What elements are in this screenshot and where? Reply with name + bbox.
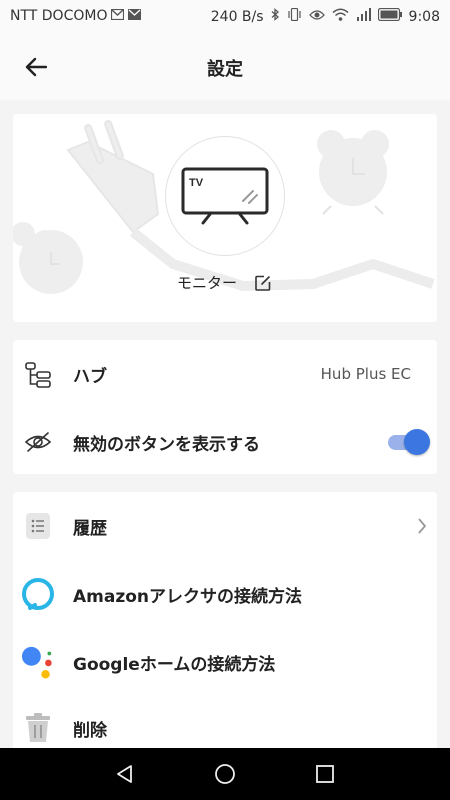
show-disabled-buttons-toggle[interactable] — [388, 429, 430, 455]
alexa-icon — [21, 577, 55, 611]
device-name: モニター — [176, 274, 237, 292]
edit-icon — [255, 275, 271, 291]
home-nav-icon[interactable] — [213, 762, 237, 786]
general-settings-card: ハブ Hub Plus EC 無効のボタンを表示する — [13, 340, 437, 474]
page-title: 設定 — [207, 59, 243, 80]
menu-card: 履歴 Amazonアレクサの接続方法 Googleホームの接続方法 削除 — [13, 492, 437, 748]
hub-icon — [21, 357, 55, 391]
hub-value: Hub Plus EC — [320, 365, 411, 383]
alexa-label: Amazonアレクサの接続方法 — [73, 587, 303, 607]
recents-nav-icon[interactable] — [313, 762, 337, 786]
back-nav-icon[interactable] — [113, 762, 137, 786]
device-card: TV モニター — [13, 114, 437, 322]
edit-name-button[interactable] — [253, 273, 273, 293]
tv-icon-label: TV — [189, 177, 204, 189]
show-disabled-buttons-label: 無効のボタンを表示する — [73, 435, 260, 455]
history-label: 履歴 — [73, 519, 107, 539]
hub-label: ハブ — [73, 367, 107, 387]
device-icon-circle[interactable]: TV — [165, 136, 285, 256]
status-bar: NTT DOCOMO 240 B/s 9:08 — [0, 0, 450, 33]
history-row[interactable]: 履歴 — [13, 492, 437, 558]
delete-label: 削除 — [73, 721, 107, 741]
system-navigation-bar — [0, 748, 450, 800]
clock: 9:08 — [408, 8, 440, 25]
google-home-row[interactable]: Googleホームの接続方法 — [13, 628, 437, 694]
trash-icon — [21, 711, 55, 745]
list-icon — [21, 509, 55, 543]
toggle-knob — [404, 429, 430, 455]
carrier-label: NTT DOCOMO — [10, 8, 108, 24]
eye-off-icon — [21, 425, 55, 459]
wifi-icon — [332, 8, 349, 25]
chevron-right-icon — [418, 518, 427, 534]
vibrate-icon — [287, 7, 302, 25]
eye-icon — [308, 9, 325, 25]
mail-icon — [128, 8, 142, 24]
device-name-row: モニター — [13, 272, 437, 293]
google-assistant-icon — [21, 645, 55, 679]
google-home-label: Googleホームの接続方法 — [73, 655, 276, 675]
battery-icon — [377, 7, 402, 25]
bluetooth-icon — [271, 8, 280, 25]
app-bar: 設定 — [0, 33, 450, 100]
signal-icon — [356, 8, 371, 25]
network-speed: 240 B/s — [210, 8, 264, 25]
show-disabled-buttons-row: 無効のボタンを表示する — [13, 408, 437, 474]
gmail-icon — [111, 8, 125, 24]
tv-icon: TV — [181, 167, 269, 225]
hub-row[interactable]: ハブ Hub Plus EC — [13, 340, 437, 406]
alexa-row[interactable]: Amazonアレクサの接続方法 — [13, 560, 437, 626]
